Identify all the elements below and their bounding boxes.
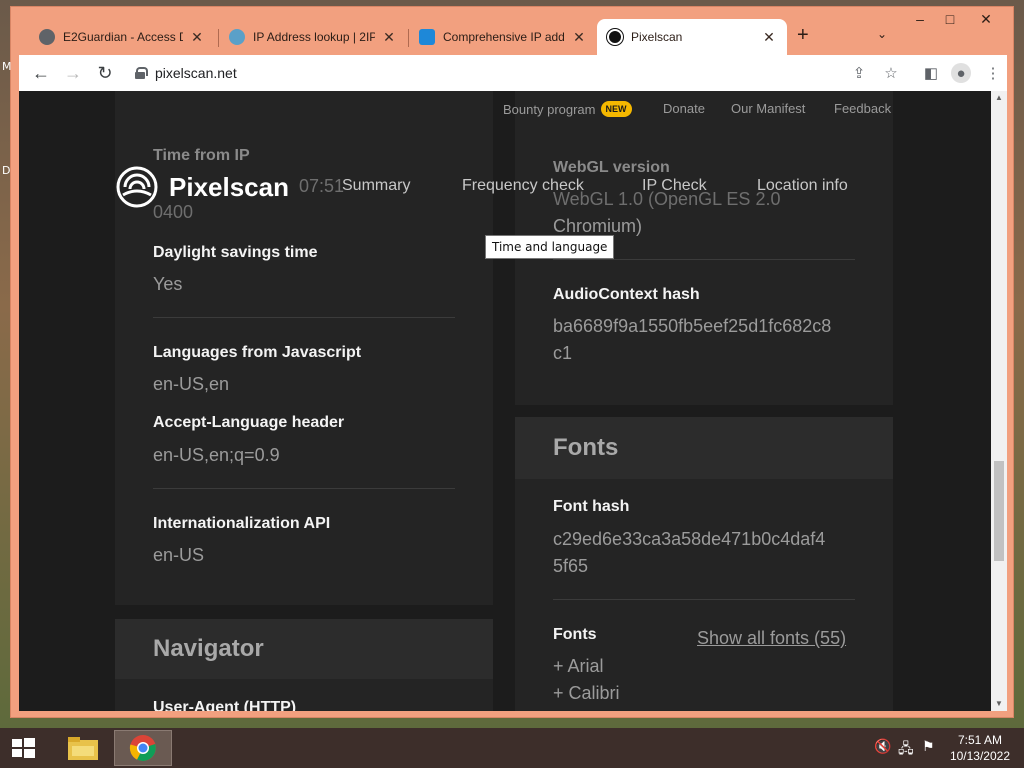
time-from-ip-label: Time from IP [153, 147, 250, 164]
chrome-icon [129, 735, 156, 761]
time-from-ip-value: 07:51 [299, 176, 345, 196]
bookmark-star-icon[interactable]: ☆ [881, 63, 901, 83]
desktop-icon-label: M [2, 60, 12, 73]
network-icon[interactable]: 🖧 [898, 738, 914, 762]
logo-text: Pixelscan [169, 171, 289, 202]
manifest-link[interactable]: Our Manifest [731, 101, 805, 116]
forward-button[interactable]: → [61, 61, 85, 85]
scroll-up-arrow[interactable]: ▲ [991, 91, 1007, 105]
nav-summary[interactable]: Summary [342, 177, 410, 195]
browser-toolbar: ← → ↻ pixelscan.net ⇪ ☆ ◧ ● ⋮ [19, 55, 1007, 91]
page-viewport: Time from IP 07:51 0400 Daylight savings… [19, 91, 1007, 711]
close-icon[interactable]: ✕ [571, 29, 587, 46]
profile-avatar-icon[interactable]: ● [951, 63, 971, 83]
minimize-button[interactable]: – [905, 11, 935, 33]
daylight-savings-label: Daylight savings time [153, 244, 318, 261]
intl-api-value: en-US [153, 545, 205, 565]
donate-link[interactable]: Donate [663, 101, 705, 116]
url-text: pixelscan.net [155, 65, 237, 81]
divider [553, 599, 855, 600]
reload-button[interactable]: ↻ [93, 61, 117, 85]
location-pin-icon [419, 29, 435, 45]
bounty-program-link[interactable]: Bounty program [503, 102, 596, 117]
tab-title: IP Address lookup | 2IP [253, 30, 375, 44]
desktop-icon-label: D [2, 164, 11, 177]
close-icon[interactable]: ✕ [381, 29, 397, 46]
close-icon[interactable]: ✕ [761, 29, 777, 46]
page-scrollbar[interactable]: ▲ ▼ [991, 91, 1007, 711]
file-explorer-button[interactable] [54, 730, 112, 766]
tab-title: Pixelscan [631, 30, 683, 44]
back-button[interactable]: ← [29, 61, 53, 85]
globe-icon [39, 29, 55, 45]
tab-2ip[interactable]: IP Address lookup | 2IP ✕ [219, 19, 407, 55]
clock-time: 7:51 AM [957, 733, 1002, 747]
nav-location-info[interactable]: Location info [757, 177, 848, 195]
daylight-savings-value: Yes [153, 274, 183, 294]
address-bar[interactable]: pixelscan.net [135, 59, 855, 87]
font-list-item: + Arial [553, 656, 604, 676]
feedback-link[interactable]: Feedback [834, 101, 891, 116]
chevron-down-icon[interactable]: ⌄ [877, 27, 887, 41]
speaker-muted-icon[interactable]: 🔇 [874, 738, 891, 755]
fonts-label: Fonts [553, 626, 597, 643]
languages-js-value: en-US,en [153, 374, 230, 394]
share-icon[interactable]: ⇪ [849, 63, 869, 83]
nav-ip-check[interactable]: IP Check [642, 177, 707, 195]
system-clock[interactable]: 7:51 AM 10/13/2022 [950, 732, 1010, 764]
audiocontext-hash-value: ba6689f9a1550fb5eef25d1fc682c8 [553, 316, 832, 336]
pixelscan-logo-icon [116, 166, 158, 208]
fonts-title: Fonts [553, 434, 619, 461]
tab-pixelscan[interactable]: Pixelscan ✕ [597, 19, 787, 55]
top-link-bounty[interactable]: Bounty program NEW [503, 101, 632, 117]
divider [153, 317, 455, 318]
accept-language-label: Accept-Language header [153, 414, 345, 431]
new-tab-button[interactable]: + [797, 24, 809, 47]
tooltip: Time and language [485, 235, 615, 259]
gear-globe-icon [229, 29, 245, 45]
side-panel-icon[interactable]: ◧ [921, 63, 941, 83]
browser-window: E2Guardian - Access De ✕ IP Address look… [10, 6, 1014, 718]
audiocontext-hash-label: AudioContext hash [553, 286, 700, 303]
lock-icon [135, 67, 148, 79]
audiocontext-hash-value-2: c1 [553, 343, 573, 363]
divider [153, 488, 455, 489]
tab-comprehensive-ip[interactable]: Comprehensive IP add ✕ [409, 19, 597, 55]
font-hash-label: Font hash [553, 498, 630, 515]
tab-title: Comprehensive IP add [443, 30, 565, 44]
font-hash-value: c29ed6e33ca3a58de471b0c4daf4 [553, 529, 826, 549]
font-hash-value-2: 5f65 [553, 556, 589, 576]
show-all-fonts-link[interactable]: Show all fonts (55) [697, 628, 846, 649]
navigator-title: Navigator [153, 635, 264, 662]
taskbar: 🔇 🖧 ⚑ 7:51 AM 10/13/2022 [0, 728, 1024, 768]
close-icon[interactable]: ✕ [189, 29, 205, 46]
close-window-button[interactable]: ✕ [971, 11, 1001, 33]
pixelscan-icon [607, 29, 623, 45]
menu-kebab-icon[interactable]: ⋮ [983, 63, 1003, 83]
new-badge: NEW [600, 101, 632, 117]
user-agent-label: User-Agent (HTTP) [153, 699, 297, 711]
pixelscan-logo[interactable]: Pixelscan [115, 165, 289, 209]
divider [553, 259, 855, 260]
tab-e2guardian[interactable]: E2Guardian - Access De ✕ [29, 19, 215, 55]
tab-title: E2Guardian - Access De [63, 30, 183, 44]
folder-icon [68, 737, 98, 760]
intl-api-label: Internationalization API [153, 515, 331, 532]
action-center-icon[interactable]: ⚑ [922, 738, 935, 755]
scroll-down-arrow[interactable]: ▼ [991, 697, 1007, 711]
accept-language-value: en-US,en;q=0.9 [153, 445, 280, 465]
nav-frequency-check[interactable]: Frequency check [462, 177, 584, 195]
chrome-taskbar-button[interactable] [114, 730, 172, 766]
font-list-item: + Calibri [553, 683, 620, 703]
clock-date: 10/13/2022 [949, 749, 1010, 763]
tab-strip: E2Guardian - Access De ✕ IP Address look… [11, 7, 1013, 55]
webgl-version-label: WebGL version [553, 159, 670, 176]
maximize-button[interactable]: □ [935, 11, 965, 33]
windows-start-icon[interactable] [8, 736, 38, 760]
scroll-thumb[interactable] [994, 461, 1004, 561]
languages-js-label: Languages from Javascript [153, 344, 362, 361]
